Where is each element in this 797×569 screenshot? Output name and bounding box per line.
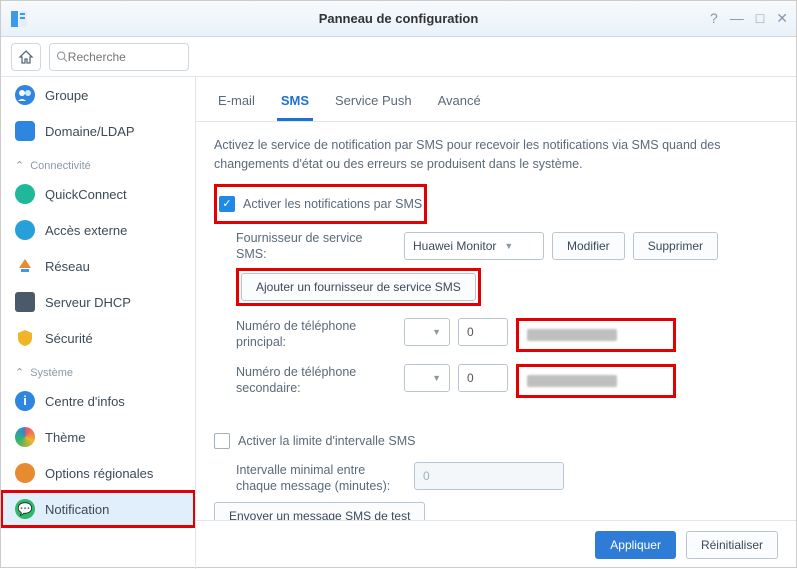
search-input[interactable] (68, 50, 182, 64)
chevron-up-icon: ⌃ (15, 159, 24, 172)
redacted-text (527, 375, 617, 387)
reset-button[interactable]: Réinitialiser (686, 531, 778, 559)
sidebar-item-security[interactable]: Sécurité (1, 320, 195, 356)
sms-description: Activez le service de notification par S… (214, 136, 778, 174)
sidebar-item-domain-ldap[interactable]: Domaine/LDAP (1, 113, 195, 149)
modify-button[interactable]: Modifier (552, 232, 625, 260)
tab-push[interactable]: Service Push (331, 87, 416, 121)
help-icon[interactable]: ? (710, 10, 718, 27)
apply-button[interactable]: Appliquer (595, 531, 676, 559)
primary-country-select[interactable]: ▼ (404, 318, 450, 346)
sidebar-item-label: QuickConnect (45, 187, 127, 202)
notification-icon: 💬 (15, 499, 35, 519)
interval-enable-label: Activer la limite d'intervalle SMS (238, 434, 415, 448)
primary-dial-input[interactable] (458, 318, 508, 346)
chevron-down-icon: ▼ (504, 241, 513, 251)
tab-bar: E-mail SMS Service Push Avancé (196, 77, 796, 122)
tab-email[interactable]: E-mail (214, 87, 259, 121)
enable-sms-checkbox[interactable]: ✓ (219, 196, 235, 212)
home-button[interactable] (11, 43, 41, 71)
send-test-sms-button[interactable]: Envoyer un message SMS de test (214, 502, 425, 521)
sidebar-item-theme[interactable]: Thème (1, 419, 195, 455)
dhcp-icon (15, 292, 35, 312)
search-field[interactable] (49, 43, 189, 71)
sidebar-item-info-center[interactable]: i Centre d'infos (1, 383, 195, 419)
provider-label: Fournisseur de service SMS: (236, 230, 396, 263)
sidebar-item-group[interactable]: Groupe (1, 77, 195, 113)
enable-sms-row[interactable]: ✓ Activer les notifications par SMS (219, 189, 422, 219)
sidebar-item-notification[interactable]: 💬 Notification (1, 491, 195, 527)
close-icon[interactable]: ✕ (776, 10, 788, 27)
sidebar-section-system[interactable]: ⌃ Système (1, 356, 195, 383)
window-title: Panneau de configuration (1, 11, 796, 26)
footer: Appliquer Réinitialiser (196, 520, 796, 569)
sidebar: Groupe Domaine/LDAP ⌃ Connectivité Quick… (1, 77, 196, 569)
tab-content: Activez le service de notification par S… (196, 122, 796, 520)
interval-checkbox[interactable] (214, 433, 230, 449)
sidebar-item-label: Thème (45, 430, 85, 445)
interval-input (414, 462, 564, 490)
sidebar-item-label: Notification (45, 502, 109, 517)
sidebar-item-label: Serveur DHCP (45, 295, 131, 310)
chevron-down-icon: ▼ (432, 373, 441, 383)
sidebar-item-label: Réseau (45, 259, 90, 274)
sidebar-item-label: Options régionales (45, 466, 153, 481)
add-provider-button[interactable]: Ajouter un fournisseur de service SMS (241, 273, 476, 301)
secondary-dial-input[interactable] (458, 364, 508, 392)
sidebar-item-network[interactable]: Réseau (1, 248, 195, 284)
network-icon (15, 256, 35, 276)
maximize-icon[interactable]: □ (756, 10, 764, 27)
enable-sms-label: Activer les notifications par SMS (243, 197, 422, 211)
secondary-phone-label: Numéro de téléphone secondaire: (236, 364, 396, 397)
info-icon: i (15, 391, 35, 411)
group-icon (15, 85, 35, 105)
sidebar-item-external-access[interactable]: Accès externe (1, 212, 195, 248)
shield-icon (15, 328, 35, 348)
sidebar-item-label: Domaine/LDAP (45, 124, 135, 139)
secondary-country-select[interactable]: ▼ (404, 364, 450, 392)
sidebar-item-dhcp[interactable]: Serveur DHCP (1, 284, 195, 320)
external-access-icon (15, 220, 35, 240)
tab-advanced[interactable]: Avancé (434, 87, 485, 121)
toolbar (1, 37, 796, 77)
primary-phone-input[interactable] (521, 323, 671, 347)
search-icon (56, 50, 68, 63)
minimize-icon[interactable]: — (730, 10, 744, 27)
redacted-text (527, 329, 617, 341)
secondary-phone-input[interactable] (521, 369, 671, 393)
tab-sms[interactable]: SMS (277, 87, 313, 121)
sidebar-section-connectivity[interactable]: ⌃ Connectivité (1, 149, 195, 176)
chevron-up-icon: ⌃ (15, 366, 24, 379)
app-icon (9, 9, 29, 29)
sidebar-item-label: Centre d'infos (45, 394, 125, 409)
quickconnect-icon (15, 184, 35, 204)
main-panel: E-mail SMS Service Push Avancé Activez l… (196, 77, 796, 569)
theme-icon (15, 427, 35, 447)
globe-icon (15, 463, 35, 483)
titlebar: Panneau de configuration ? — □ ✕ (1, 1, 796, 37)
sidebar-item-label: Accès externe (45, 223, 127, 238)
sidebar-item-regional[interactable]: Options régionales (1, 455, 195, 491)
provider-select[interactable]: Huawei Monitor ▼ (404, 232, 544, 260)
domain-icon (15, 121, 35, 141)
interval-enable-row[interactable]: Activer la limite d'intervalle SMS (214, 426, 778, 456)
interval-label: Intervalle minimal entre chaque message … (236, 462, 406, 495)
chevron-down-icon: ▼ (432, 327, 441, 337)
sidebar-item-label: Sécurité (45, 331, 93, 346)
sidebar-item-label: Groupe (45, 88, 88, 103)
sidebar-item-quickconnect[interactable]: QuickConnect (1, 176, 195, 212)
primary-phone-label: Numéro de téléphone principal: (236, 318, 396, 351)
delete-button[interactable]: Supprimer (633, 232, 718, 260)
